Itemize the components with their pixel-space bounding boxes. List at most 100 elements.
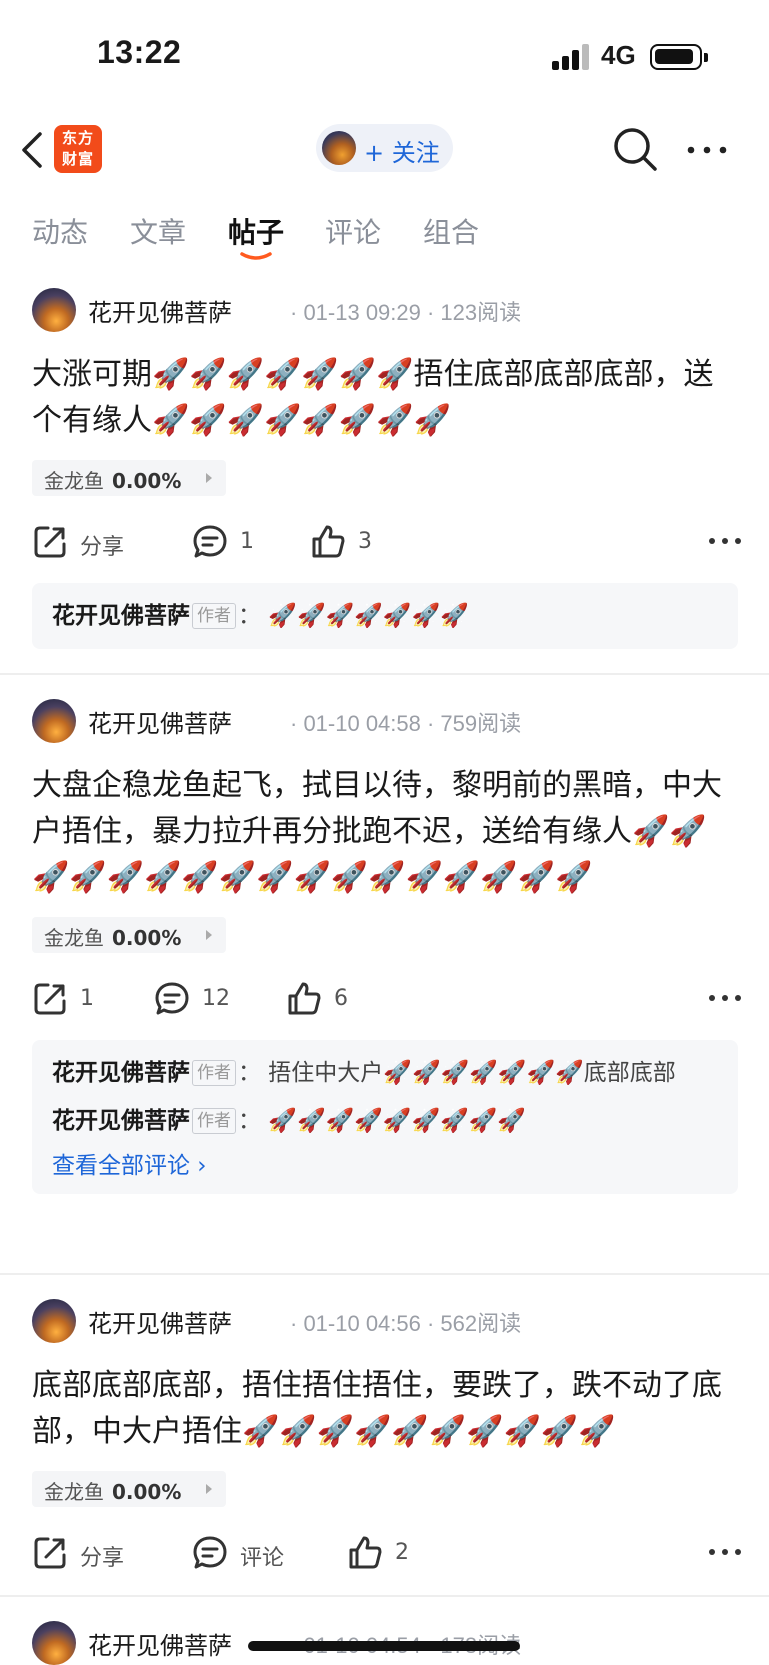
status-bar: 13:22 4G — [0, 0, 769, 110]
like-button[interactable]: 6 — [286, 977, 366, 1021]
status-time: 13:22 — [97, 34, 182, 70]
profile-tabs: 动态 文章 帖子 评论 组合 — [0, 205, 769, 265]
share-label: 分享 — [80, 535, 125, 560]
author-badge: 作者 — [192, 1060, 236, 1086]
chevron-right-icon — [206, 930, 212, 940]
comment-button[interactable]: 评论 — [192, 1531, 302, 1575]
nav-bar: 东方 财富 + 关注 — [0, 110, 769, 190]
stock-name: 金龙鱼 — [44, 1480, 104, 1504]
share-button[interactable]: 分享 — [32, 1531, 142, 1575]
like-button[interactable]: 3 — [310, 520, 390, 564]
like-count: 3 — [358, 529, 372, 554]
back-icon[interactable] — [18, 128, 48, 172]
tab-portfolio[interactable]: 组合 — [423, 211, 479, 251]
comment-author[interactable]: 花开见佛菩萨 — [52, 1060, 190, 1086]
comment-row[interactable]: 花开见佛菩萨 作者： 🚀🚀🚀🚀🚀🚀🚀🚀🚀 — [52, 1102, 718, 1140]
comment-button[interactable]: 1 — [192, 520, 272, 564]
comment-count: 1 — [240, 529, 254, 554]
post-header: 花开见佛菩萨 · 01-10 04:58 · 759阅读 — [32, 699, 732, 745]
comment-text: ： 🚀🚀🚀🚀🚀🚀🚀 — [238, 603, 469, 629]
share-icon — [34, 1537, 66, 1569]
avatar — [322, 131, 356, 165]
post-item[interactable]: 花开见佛菩萨 · 01-13 09:29 · 123阅读 大涨可期🚀🚀🚀🚀🚀🚀🚀… — [0, 270, 769, 675]
chevron-right-icon — [206, 1484, 212, 1494]
network-type: 4G — [601, 40, 636, 70]
comment-row[interactable]: 花开见佛菩萨 作者： 捂住中大户🚀🚀🚀🚀🚀🚀🚀底部底部 — [52, 1054, 718, 1092]
share-button[interactable]: 1 — [32, 977, 112, 1021]
avatar[interactable] — [32, 1299, 76, 1343]
avatar[interactable] — [32, 288, 76, 332]
like-button[interactable]: 2 — [347, 1531, 427, 1575]
signal-icon — [552, 44, 592, 70]
comment-icon — [155, 982, 189, 1015]
stock-name: 金龙鱼 — [44, 469, 104, 493]
post-actions: 分享 评论 2 — [32, 1531, 742, 1575]
author-name[interactable]: 花开见佛菩萨 — [88, 1626, 232, 1661]
chevron-right-icon — [206, 473, 212, 483]
avatar[interactable] — [32, 699, 76, 743]
tab-dynamics[interactable]: 动态 — [32, 211, 88, 251]
stock-tag[interactable]: 金龙鱼 0.00% — [32, 1471, 226, 1507]
like-count: 2 — [395, 1540, 409, 1565]
author-badge: 作者 — [192, 1108, 236, 1134]
post-text[interactable]: 大盘企稳龙鱼起飞，拭目以待，黎明前的黑暗，中大户捂住，暴力拉升再分批跑不迟，送给… — [32, 763, 742, 901]
post-meta: · 01-10 04:56 · 562阅读 — [290, 1311, 522, 1336]
battery-icon — [650, 44, 708, 70]
thumbs-up-icon — [349, 1536, 382, 1569]
author-name[interactable]: 花开见佛菩萨 — [88, 704, 232, 739]
share-label: 分享 — [80, 1546, 125, 1571]
stock-change: 0.00% — [112, 1480, 182, 1504]
view-all-comments-link[interactable]: 查看全部评论 › — [52, 1146, 718, 1180]
share-count: 1 — [80, 986, 94, 1011]
tab-active-indicator — [240, 252, 272, 260]
comment-author[interactable]: 花开见佛菩萨 — [52, 1108, 190, 1134]
more-icon[interactable] — [708, 526, 742, 556]
comment-button[interactable]: 12 — [154, 977, 244, 1021]
comment-row[interactable]: 花开见佛菩萨 作者： 🚀🚀🚀🚀🚀🚀🚀 — [52, 597, 718, 635]
post-actions: 1 12 6 — [32, 977, 742, 1021]
tab-posts[interactable]: 帖子 — [228, 211, 284, 251]
author-name[interactable]: 花开见佛菩萨 — [88, 1304, 232, 1339]
thumbs-up-icon — [288, 982, 321, 1015]
comment-icon — [193, 1536, 227, 1569]
thumbs-up-icon — [312, 525, 345, 558]
stock-change: 0.00% — [112, 469, 182, 493]
stock-tag[interactable]: 金龙鱼 0.00% — [32, 917, 226, 953]
more-icon[interactable] — [708, 983, 742, 1013]
comment-text: ： 捂住中大户🚀🚀🚀🚀🚀🚀🚀底部底部 — [238, 1060, 676, 1086]
comment-icon — [193, 525, 227, 558]
post-item[interactable]: 花开见佛菩萨 · 01-10 04:56 · 562阅读 底部底部底部，捂住捂住… — [0, 1275, 769, 1597]
avatar[interactable] — [32, 1621, 76, 1665]
stock-name: 金龙鱼 — [44, 926, 104, 950]
post-item[interactable]: 花开见佛菩萨 · 01-10 04:58 · 759阅读 大盘企稳龙鱼起飞，拭目… — [0, 675, 769, 1275]
author-name[interactable]: 花开见佛菩萨 — [88, 293, 232, 328]
search-icon[interactable] — [612, 126, 658, 172]
follow-button[interactable]: + 关注 — [316, 124, 453, 172]
app-logo[interactable]: 东方 财富 — [54, 125, 102, 173]
comment-preview[interactable]: 花开见佛菩萨 作者： 🚀🚀🚀🚀🚀🚀🚀 — [32, 583, 738, 649]
follow-label: + 关注 — [364, 139, 440, 167]
comment-preview[interactable]: 花开见佛菩萨 作者： 捂住中大户🚀🚀🚀🚀🚀🚀🚀底部底部 花开见佛菩萨 作者： 🚀🚀🚀… — [32, 1040, 738, 1194]
more-icon[interactable] — [685, 128, 729, 172]
comment-count: 12 — [202, 986, 230, 1011]
comment-author[interactable]: 花开见佛菩萨 — [52, 603, 190, 629]
post-text[interactable]: 大涨可期🚀🚀🚀🚀🚀🚀🚀捂住底部底部底部，送个有缘人🚀🚀🚀🚀🚀🚀🚀🚀 — [32, 352, 742, 444]
post-actions: 分享 1 3 — [32, 520, 742, 564]
tab-comments[interactable]: 评论 — [325, 211, 381, 251]
author-badge: 作者 — [192, 603, 236, 629]
post-header: 花开见佛菩萨 · 01-13 09:29 · 123阅读 — [32, 288, 732, 334]
post-meta: · 01-10 04:58 · 759阅读 — [290, 711, 522, 736]
share-icon — [34, 526, 66, 558]
tab-articles[interactable]: 文章 — [130, 211, 186, 251]
stock-tag[interactable]: 金龙鱼 0.00% — [32, 460, 226, 496]
comment-text: ： 🚀🚀🚀🚀🚀🚀🚀🚀🚀 — [238, 1108, 527, 1134]
share-icon — [34, 983, 66, 1015]
home-indicator[interactable] — [248, 1641, 520, 1651]
stock-change: 0.00% — [112, 926, 182, 950]
share-button[interactable]: 分享 — [32, 520, 142, 564]
more-icon[interactable] — [708, 1537, 742, 1567]
post-text[interactable]: 底部底部底部，捂住捂住捂住，要跌了，跌不动了底部，中大户捂住🚀🚀🚀🚀🚀🚀🚀🚀🚀🚀 — [32, 1363, 742, 1455]
comment-label: 评论 — [240, 1546, 285, 1571]
post-item[interactable]: 花开见佛菩萨 · 01-10 04:54 · 178阅读 — [0, 1597, 769, 1665]
post-header: 花开见佛菩萨 · 01-10 04:56 · 562阅读 — [32, 1299, 732, 1345]
